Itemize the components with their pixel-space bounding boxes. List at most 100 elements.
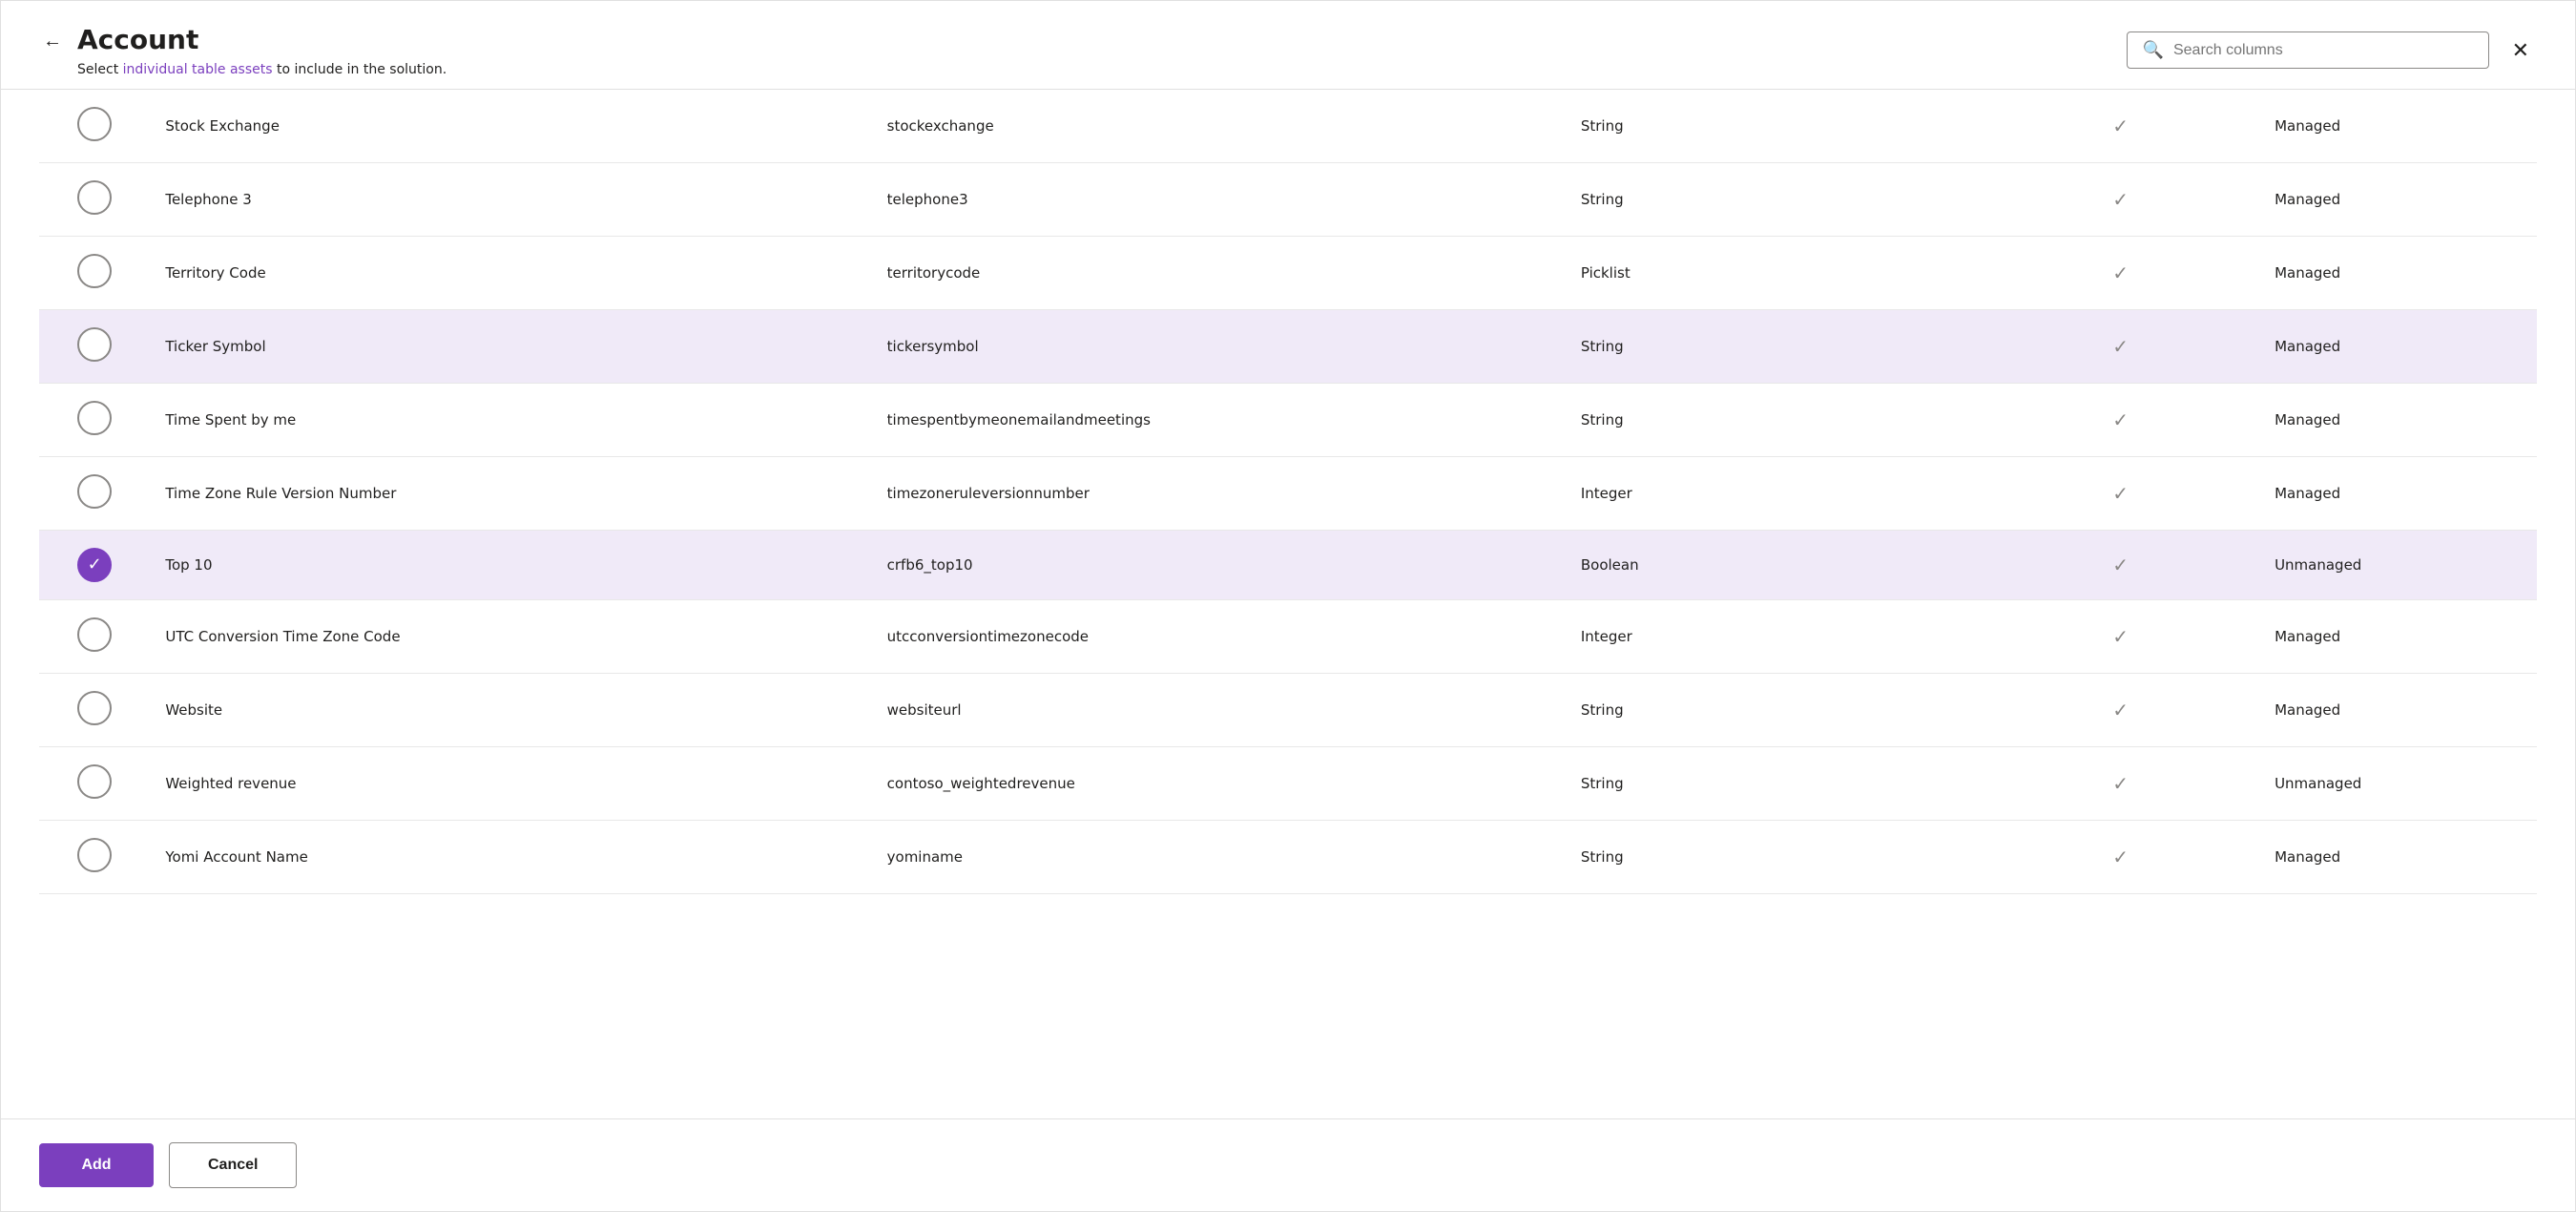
checkbox-cell[interactable] [39, 383, 150, 456]
checkbox-unchecked[interactable] [77, 474, 112, 509]
dialog-footer: Add Cancel [1, 1118, 2575, 1211]
checkbox-cell[interactable] [39, 820, 150, 893]
checkbox-unchecked[interactable] [77, 691, 112, 725]
logical-name: stockexchange [872, 90, 1566, 163]
column-name: Ticker Symbol [150, 309, 871, 383]
table-row[interactable]: Weighted revenuecontoso_weightedrevenueS… [39, 746, 2537, 820]
checkbox-unchecked[interactable] [77, 838, 112, 872]
table-row[interactable]: Telephone 3telephone3String✓Managed [39, 162, 2537, 236]
checkbox-unchecked[interactable] [77, 180, 112, 215]
header-title-area: Account Select individual table assets t… [77, 24, 2127, 77]
column-type: String [1566, 746, 1982, 820]
check-mark-cell: ✓ [1982, 236, 2259, 309]
column-type: String [1566, 162, 1982, 236]
table-row[interactable]: Time Spent by metimespentbymeonemailandm… [39, 383, 2537, 456]
checkbox-unchecked[interactable] [77, 617, 112, 652]
check-mark-icon: ✓ [2112, 188, 2129, 211]
table-row[interactable]: WebsitewebsiteurlString✓Managed [39, 673, 2537, 746]
check-mark-icon: ✓ [2112, 335, 2129, 358]
logical-name: telephone3 [872, 162, 1566, 236]
close-button[interactable]: ✕ [2504, 36, 2537, 65]
table-row[interactable]: UTC Conversion Time Zone Codeutcconversi… [39, 599, 2537, 673]
checkbox-cell[interactable] [39, 456, 150, 530]
check-mark-icon: ✓ [2112, 482, 2129, 505]
table-row[interactable]: Ticker SymboltickersymbolString ✓ Managed [39, 309, 2537, 383]
check-mark-icon: ✓ [2112, 699, 2129, 721]
table-row[interactable]: Time Zone Rule Version Numbertimezonerul… [39, 456, 2537, 530]
checkbox-cell[interactable] [39, 673, 150, 746]
logical-name: tickersymbol [872, 309, 1566, 383]
column-name: UTC Conversion Time Zone Code [150, 599, 871, 673]
check-mark-cell: ✓ [1982, 599, 2259, 673]
column-name: Territory Code [150, 236, 871, 309]
column-type: String [1566, 383, 1982, 456]
checkbox-cell[interactable] [39, 746, 150, 820]
managed-status: Managed [2259, 309, 2537, 383]
table-row[interactable]: Territory CodeterritorycodePicklist✓Mana… [39, 236, 2537, 309]
checkbox-unchecked[interactable] [77, 764, 112, 799]
managed-status: Managed [2259, 90, 2537, 163]
column-type: String [1566, 309, 1982, 383]
checkbox-cell[interactable] [39, 309, 150, 383]
checkbox-cell[interactable] [39, 599, 150, 673]
add-button[interactable]: Add [39, 1143, 154, 1187]
search-icon: 🔍 [2143, 40, 2164, 60]
column-type: String [1566, 90, 1982, 163]
table-row[interactable]: Top 10crfb6_top10Boolean✓Unmanaged [39, 530, 2537, 599]
cancel-button[interactable]: Cancel [169, 1142, 297, 1188]
search-input[interactable] [2173, 42, 2473, 59]
checkbox-unchecked[interactable] [77, 327, 112, 362]
check-mark-cell: ✓ [1982, 530, 2259, 599]
check-mark-icon: ✓ [2112, 772, 2129, 795]
subtitle-static: Select [77, 62, 123, 77]
checkbox-cell[interactable] [39, 162, 150, 236]
check-mark-icon: ✓ [2112, 115, 2129, 137]
logical-name: utcconversiontimezonecode [872, 599, 1566, 673]
dialog-header: ← Account Select individual table assets… [1, 1, 2575, 90]
header-right: 🔍 ✕ [2127, 31, 2537, 69]
back-button[interactable]: ← [39, 28, 66, 54]
managed-status: Managed [2259, 162, 2537, 236]
check-mark-cell: ✓ [1982, 162, 2259, 236]
check-mark-cell: ✓ [1982, 746, 2259, 820]
checkbox-cell[interactable] [39, 90, 150, 163]
logical-name: timezoneruleversionnumber [872, 456, 1566, 530]
column-name: Stock Exchange [150, 90, 871, 163]
logical-name: timespentbymeonemailandmeetings [872, 383, 1566, 456]
subtitle-highlight: individual table assets [123, 62, 273, 77]
check-mark-icon: ✓ [2112, 554, 2129, 576]
table-row[interactable]: Yomi Account NameyominameString ✓ Managed [39, 820, 2537, 893]
check-mark-cell: ✓ [1982, 383, 2259, 456]
managed-status: Unmanaged [2259, 530, 2537, 599]
checkbox-unchecked[interactable] [77, 254, 112, 288]
managed-status: Managed [2259, 820, 2537, 893]
logical-name: websiteurl [872, 673, 1566, 746]
table-row[interactable]: Stock ExchangestockexchangeString ✓ Manage… [39, 90, 2537, 163]
logical-name: yominame [872, 820, 1566, 893]
checkbox-cell[interactable] [39, 236, 150, 309]
dialog-title: Account [77, 24, 2127, 56]
check-mark-icon: ✓ [2112, 846, 2129, 868]
column-name: Time Zone Rule Version Number [150, 456, 871, 530]
check-mark-icon: ✓ [2112, 625, 2129, 648]
column-name: Weighted revenue [150, 746, 871, 820]
logical-name: crfb6_top10 [872, 530, 1566, 599]
subtitle-rest: to include in the solution. [273, 62, 447, 77]
column-type: String [1566, 820, 1982, 893]
column-type: Boolean [1566, 530, 1982, 599]
search-box[interactable]: 🔍 [2127, 31, 2489, 69]
check-mark-cell: ✓ [1982, 673, 2259, 746]
checkbox-cell[interactable] [39, 530, 150, 599]
column-name: Yomi Account Name [150, 820, 871, 893]
data-table: Stock ExchangestockexchangeString✓Manage… [39, 90, 2537, 894]
managed-status: Managed [2259, 599, 2537, 673]
checkbox-checked[interactable] [77, 548, 112, 582]
check-mark-icon: ✓ [2112, 408, 2129, 431]
checkbox-unchecked[interactable] [77, 107, 112, 141]
logical-name: territorycode [872, 236, 1566, 309]
dialog-subtitle: Select individual table assets to includ… [77, 62, 2127, 77]
checkbox-unchecked[interactable] [77, 401, 112, 435]
column-type: String [1566, 673, 1982, 746]
check-mark-icon: ✓ [2112, 261, 2129, 284]
managed-status: Managed [2259, 383, 2537, 456]
